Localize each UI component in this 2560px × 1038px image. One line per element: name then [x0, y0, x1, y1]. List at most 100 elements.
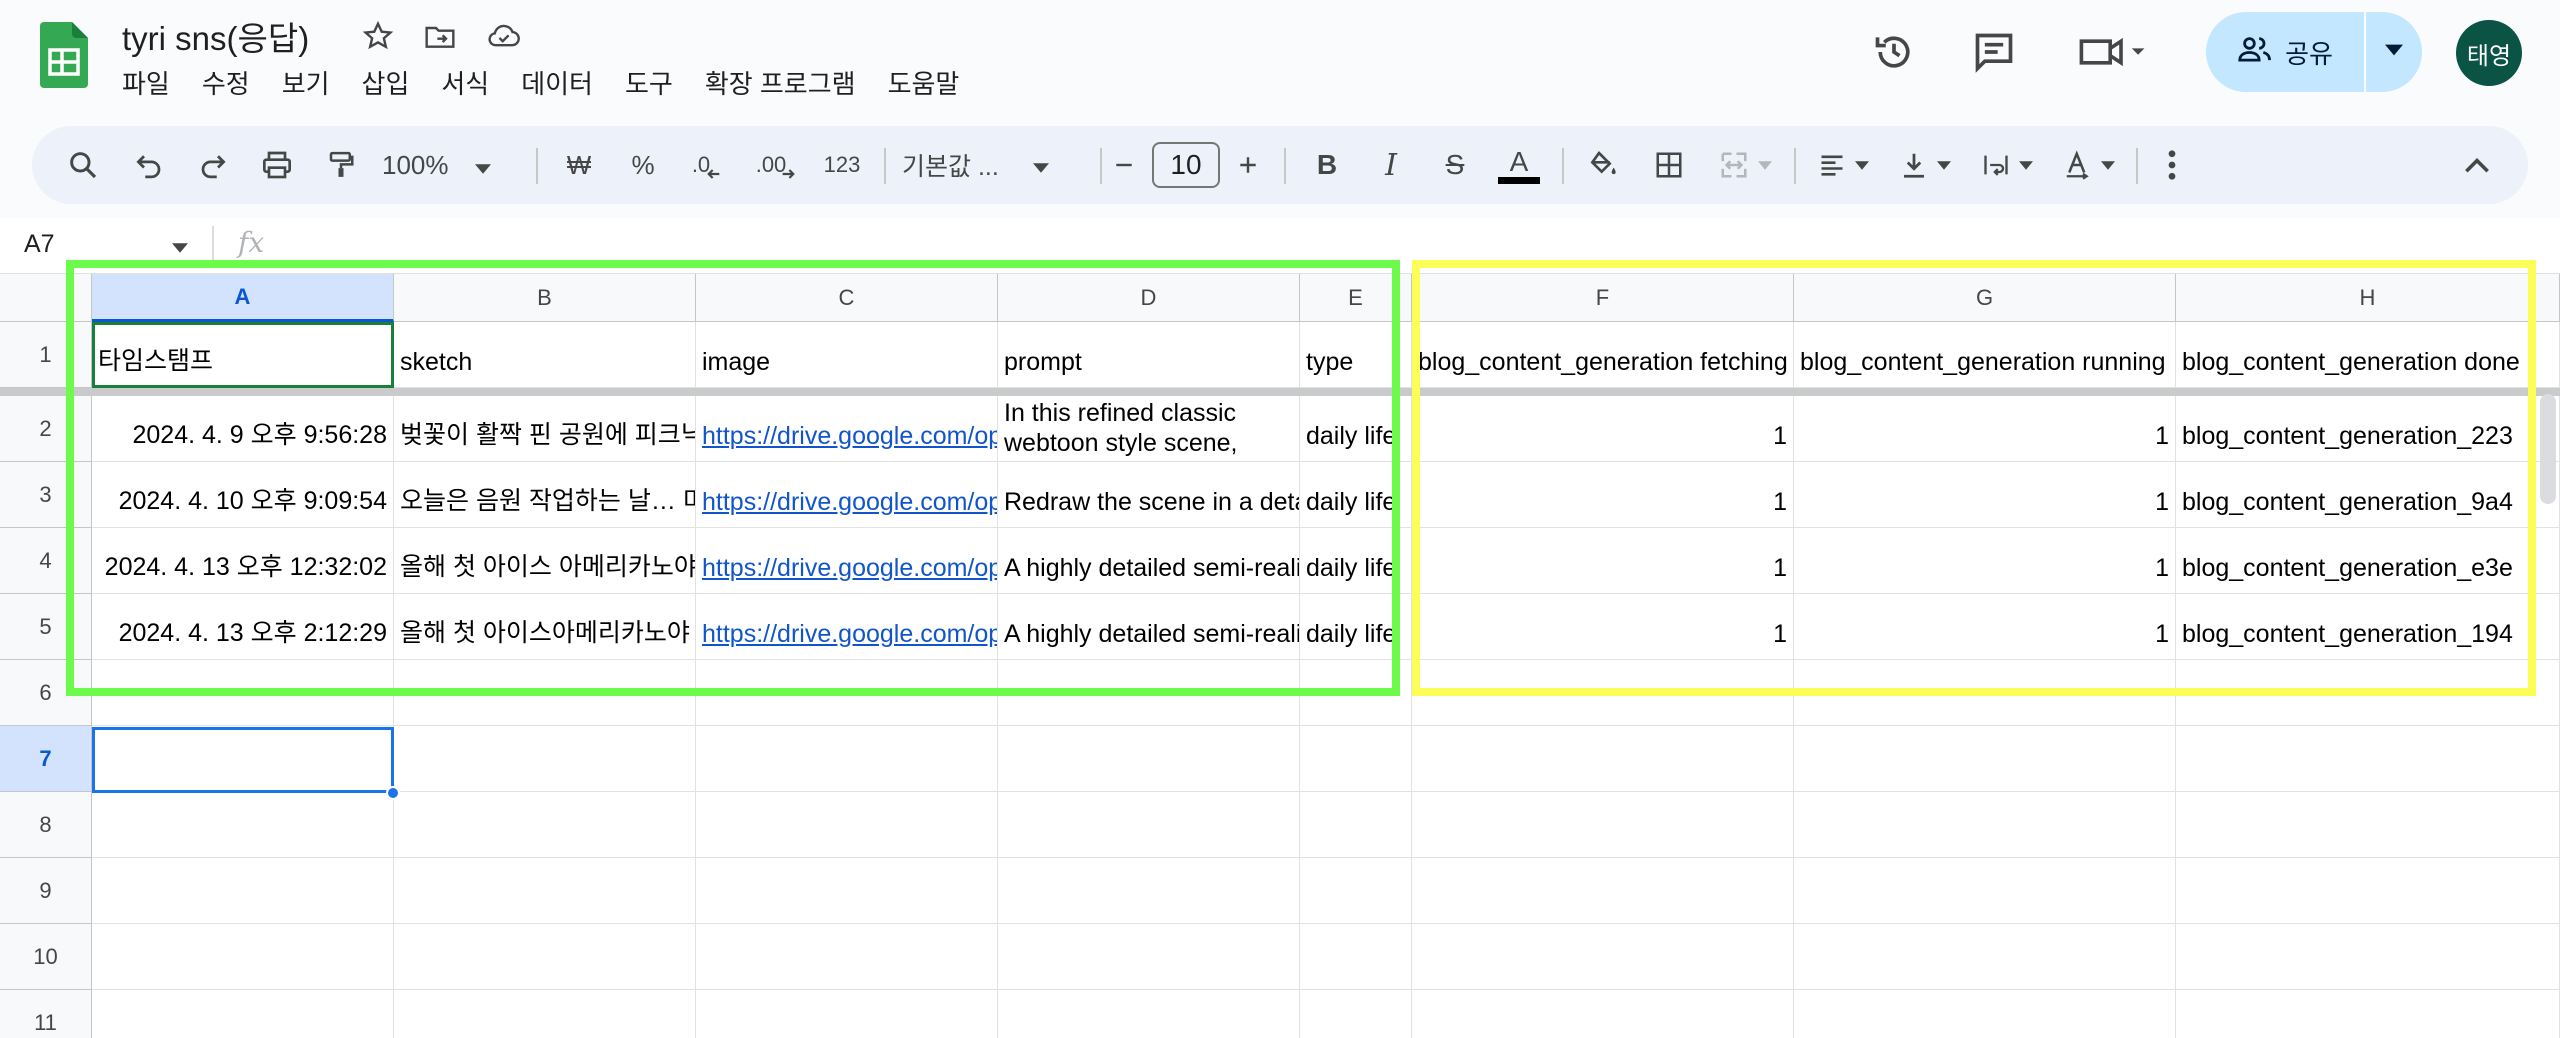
cell-d10[interactable]	[998, 924, 1300, 990]
cell-h11[interactable]	[2176, 990, 2560, 1038]
cell-a10[interactable]	[92, 924, 394, 990]
selected-cell-a7[interactable]	[92, 727, 394, 793]
cell-e8[interactable]	[1300, 792, 1412, 858]
cell-e11[interactable]	[1300, 990, 1412, 1038]
share-main[interactable]: 공유	[2206, 12, 2366, 92]
collapse-menus-icon[interactable]	[2452, 126, 2502, 204]
cell-h8[interactable]	[2176, 792, 2560, 858]
cell-d7[interactable]	[998, 726, 1300, 792]
cell-f9[interactable]	[1412, 858, 1794, 924]
font-size-input[interactable]: 10	[1152, 142, 1220, 188]
bold-button[interactable]: B	[1302, 126, 1352, 204]
cell-h7[interactable]	[2176, 726, 2560, 792]
font-select[interactable]: 기본값 ...	[902, 126, 1082, 204]
row-header-7[interactable]: 7	[0, 726, 92, 792]
cell-b11[interactable]	[394, 990, 696, 1038]
format-percent-button[interactable]: %	[618, 126, 668, 204]
cell-g8[interactable]	[1794, 792, 2176, 858]
paint-format-icon[interactable]	[316, 126, 366, 204]
cell-e9[interactable]	[1300, 858, 1412, 924]
menu-view[interactable]: 보기	[282, 64, 346, 101]
menu-insert[interactable]: 삽입	[362, 64, 426, 101]
cell-b7[interactable]	[394, 726, 696, 792]
cell-f8[interactable]	[1412, 792, 1794, 858]
cell-g9[interactable]	[1794, 858, 2176, 924]
more-options-icon[interactable]	[2152, 126, 2192, 204]
cell-e7[interactable]	[1300, 726, 1412, 792]
star-icon[interactable]	[358, 16, 398, 56]
decrease-decimal-button[interactable]: .0	[682, 126, 732, 204]
horizontal-align-icon[interactable]	[1808, 126, 1878, 204]
menu-data[interactable]: 데이터	[521, 64, 609, 101]
cell-a11[interactable]	[92, 990, 394, 1038]
version-history-icon[interactable]	[1866, 24, 1922, 80]
strikethrough-button[interactable]: S	[1430, 126, 1480, 204]
fill-handle[interactable]	[386, 786, 400, 800]
menu-bar: 파일 수정 보기 삽입 서식 데이터 도구 확장 프로그램 도움말	[122, 64, 991, 101]
row-header-11[interactable]: 11	[0, 990, 92, 1038]
row-header-9[interactable]: 9	[0, 858, 92, 924]
cell-d9[interactable]	[998, 858, 1300, 924]
cell-d8[interactable]	[998, 792, 1300, 858]
format-currency-button[interactable]: ₩	[554, 126, 604, 204]
cell-g10[interactable]	[1794, 924, 2176, 990]
cell-b10[interactable]	[394, 924, 696, 990]
merge-cells-icon[interactable]	[1708, 126, 1782, 204]
zoom-select[interactable]: 100%	[382, 126, 512, 204]
menu-help[interactable]: 도움말	[888, 64, 976, 101]
share-dropdown[interactable]	[2366, 12, 2422, 92]
increase-decimal-button[interactable]: .00	[748, 126, 804, 204]
vertical-scrollbar[interactable]	[2540, 394, 2556, 504]
menu-format[interactable]: 서식	[441, 64, 505, 101]
undo-icon[interactable]	[124, 126, 174, 204]
italic-button[interactable]: I	[1366, 126, 1416, 204]
fill-color-icon[interactable]	[1578, 126, 1628, 204]
cloud-saved-icon[interactable]	[484, 16, 524, 56]
cell-c8[interactable]	[696, 792, 998, 858]
name-box[interactable]: A7	[24, 230, 55, 259]
comments-icon[interactable]	[1966, 24, 2022, 80]
document-title[interactable]: tyri sns(응답)	[122, 12, 309, 60]
cell-c11[interactable]	[696, 990, 998, 1038]
caret-down-icon[interactable]	[172, 240, 188, 258]
cell-f10[interactable]	[1412, 924, 1794, 990]
increase-font-size-icon[interactable]	[1228, 126, 1268, 204]
cell-h9[interactable]	[2176, 858, 2560, 924]
text-wrapping-icon[interactable]	[1972, 126, 2042, 204]
meet-video-icon[interactable]	[2072, 24, 2152, 80]
cell-a8[interactable]	[92, 792, 394, 858]
decrease-font-size-icon[interactable]	[1104, 126, 1144, 204]
search-menus-icon[interactable]	[58, 126, 108, 204]
cell-e10[interactable]	[1300, 924, 1412, 990]
vertical-align-icon[interactable]	[1890, 126, 1960, 204]
cell-f7[interactable]	[1412, 726, 1794, 792]
more-formats-button[interactable]: 123	[814, 126, 870, 204]
cell-g7[interactable]	[1794, 726, 2176, 792]
borders-icon[interactable]	[1644, 126, 1694, 204]
cell-c10[interactable]	[696, 924, 998, 990]
move-folder-icon[interactable]	[420, 16, 460, 56]
cell-h10[interactable]	[2176, 924, 2560, 990]
cell-b8[interactable]	[394, 792, 696, 858]
menu-extensions[interactable]: 확장 프로그램	[705, 64, 872, 101]
menu-file[interactable]: 파일	[122, 64, 186, 101]
cell-f11[interactable]	[1412, 990, 1794, 1038]
redo-icon[interactable]	[188, 126, 238, 204]
cell-c9[interactable]	[696, 858, 998, 924]
cell-b9[interactable]	[394, 858, 696, 924]
yellow-highlight-box	[1412, 260, 2536, 696]
text-color-button[interactable]: A	[1494, 126, 1544, 204]
menu-edit[interactable]: 수정	[202, 64, 266, 101]
text-rotation-icon[interactable]	[2054, 126, 2124, 204]
row-header-8[interactable]: 8	[0, 792, 92, 858]
cell-a9[interactable]	[92, 858, 394, 924]
cell-g11[interactable]	[1794, 990, 2176, 1038]
row-header-10[interactable]: 10	[0, 924, 92, 990]
sheets-logo-icon[interactable]	[40, 22, 88, 88]
avatar[interactable]: 태영	[2456, 20, 2522, 86]
cell-c7[interactable]	[696, 726, 998, 792]
share-button[interactable]: 공유	[2206, 12, 2422, 92]
cell-d11[interactable]	[998, 990, 1300, 1038]
print-icon[interactable]	[252, 126, 302, 204]
menu-tools[interactable]: 도구	[625, 64, 689, 101]
